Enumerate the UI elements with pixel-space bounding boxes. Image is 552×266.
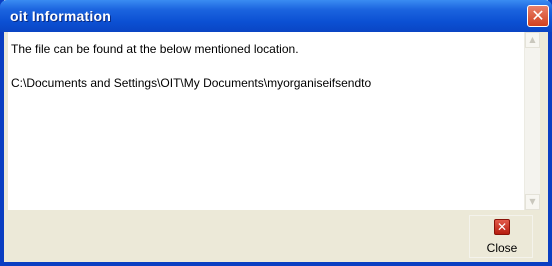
scroll-down-icon[interactable]: ▼ — [525, 194, 540, 210]
button-panel: ✕ Close — [8, 210, 544, 262]
message-text: The file can be found at the below menti… — [11, 42, 299, 56]
close-icon: ✕ — [494, 219, 510, 235]
close-button[interactable]: ✕ Close — [469, 215, 533, 258]
scroll-up-icon[interactable]: ▲ — [525, 32, 540, 48]
file-path-text: C:\Documents and Settings\OIT\My Documen… — [11, 76, 372, 90]
window-title: oit Information — [10, 8, 111, 24]
title-close-icon[interactable]: ✕ — [527, 5, 549, 27]
message-area: The file can be found at the below menti… — [8, 32, 540, 210]
close-button-label: Close — [486, 241, 518, 255]
information-dialog: oit Information ✕ The file can be found … — [0, 0, 552, 266]
title-bar[interactable]: oit Information ✕ — [0, 0, 552, 32]
vertical-scrollbar[interactable]: ▲ ▼ — [524, 32, 540, 210]
